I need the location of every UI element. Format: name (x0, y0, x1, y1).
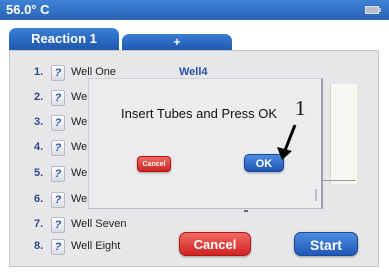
well-number: 2. (34, 91, 44, 103)
help-icon[interactable]: ? (51, 166, 65, 182)
start-button[interactable]: Start (294, 232, 358, 256)
divider (244, 210, 248, 212)
annotation-number: 1 (295, 96, 306, 120)
annotation-arrow-icon (277, 124, 297, 160)
tab-reaction-1[interactable]: Reaction 1 (9, 28, 119, 50)
scrollbar[interactable] (315, 189, 317, 201)
well-number: 4. (34, 141, 44, 153)
well-name: We (71, 167, 88, 179)
well-name: Well Seven (71, 218, 127, 230)
divider (318, 180, 356, 181)
add-tab-button[interactable]: + (122, 34, 232, 50)
well-number: 3. (34, 116, 44, 128)
status-bar: 56.0° C (0, 0, 389, 20)
dialog-message: Insert Tubes and Press OK (121, 106, 278, 121)
background-panel (330, 84, 357, 184)
help-icon[interactable]: ? (51, 217, 65, 233)
dialog-cancel-button[interactable]: Cancel (137, 156, 171, 172)
help-icon[interactable]: ? (51, 140, 65, 156)
well-number: 6. (34, 193, 44, 205)
well-name: Well One (71, 66, 117, 78)
cancel-button[interactable]: Cancel (179, 232, 251, 256)
well-name: We (71, 116, 88, 128)
help-icon[interactable]: ? (51, 192, 65, 208)
temperature-readout: 56.0° C (6, 2, 50, 17)
well-number: 1. (34, 66, 44, 78)
well-name: We (71, 141, 88, 153)
well-name: Well Eight (71, 240, 121, 252)
well-name: We (71, 193, 88, 205)
well-number: 5. (34, 167, 44, 179)
well-number: 7. (34, 218, 44, 230)
selected-well-value: Well4 (179, 66, 208, 78)
help-icon[interactable]: ? (51, 239, 65, 255)
help-icon[interactable]: ? (51, 90, 65, 106)
well-name: We (71, 91, 88, 103)
well-number: 8. (34, 240, 44, 252)
help-icon[interactable]: ? (51, 65, 65, 81)
battery-icon (365, 6, 381, 14)
help-icon[interactable]: ? (51, 115, 65, 131)
